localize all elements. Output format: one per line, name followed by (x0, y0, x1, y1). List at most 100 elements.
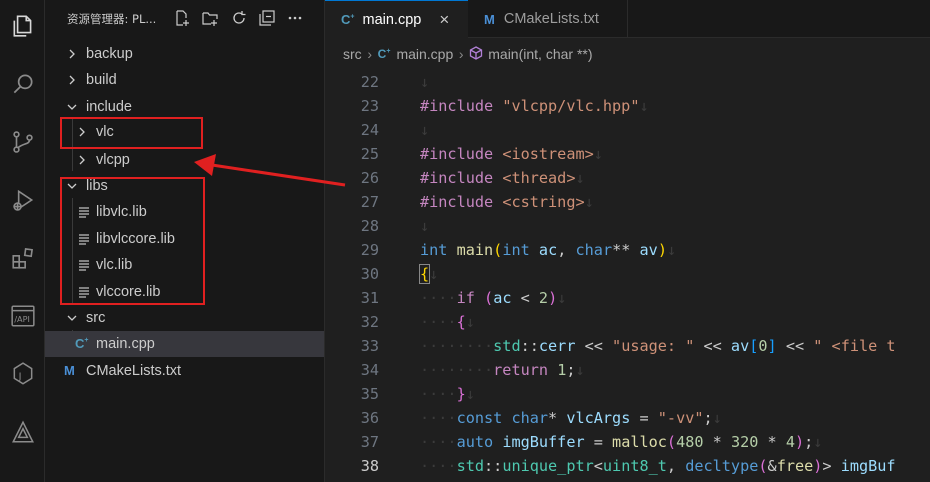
tree-folder-build[interactable]: build (45, 67, 324, 93)
editor-tab-bar: C+ main.cpp × M CMakeLists.txt (325, 0, 930, 38)
tree-folder-include[interactable]: include (45, 94, 324, 120)
triangle-ruler-icon[interactable] (0, 412, 45, 452)
code-line: 33 ········std::cerr << "usage: " << av[0… (325, 334, 930, 358)
tree-folder-backup[interactable]: backup (45, 41, 324, 67)
cmake-file-icon: M (484, 11, 495, 27)
tab-cmakelists[interactable]: M CMakeLists.txt (468, 0, 628, 38)
chevron-down-icon (65, 94, 79, 120)
run-debug-icon[interactable] (0, 180, 45, 220)
line-number: 30 (360, 265, 379, 283)
chevron-right-icon (75, 119, 89, 145)
explorer-header: 资源管理器: PL... (45, 0, 324, 38)
breadcrumb-item[interactable]: main.cpp (396, 46, 453, 62)
symbol-method-icon (469, 45, 483, 63)
new-file-icon[interactable] (173, 9, 191, 27)
cpp-file-icon: C+ (341, 12, 355, 27)
tree-label: backup (86, 46, 133, 62)
svg-text:/API: /API (14, 314, 30, 324)
activity-bar: /API J (0, 0, 45, 482)
text-file-icon (78, 226, 90, 252)
tree-label: vlc (96, 124, 114, 140)
code-line: 31 ····if (ac < 2)↓ (325, 286, 930, 310)
tree-label: main.cpp (96, 336, 155, 352)
tree-file-cmakelists[interactable]: M CMakeLists.txt (45, 358, 324, 384)
tree-label: build (86, 72, 117, 88)
tree-file-vlc-lib[interactable]: vlc.lib (45, 252, 324, 278)
svg-text:J: J (17, 371, 21, 382)
chevron-down-icon (65, 305, 79, 331)
breadcrumb: src › C+ main.cpp › main(int, char **) (325, 38, 930, 70)
tree-folder-libs[interactable]: libs (45, 173, 324, 199)
tree-label: libs (86, 178, 108, 194)
source-control-icon[interactable] (0, 122, 45, 162)
code-editor[interactable]: 22 ↓ 23 #include "vlcpp/vlc.hpp"↓ 24 ↓ 25 #i… (325, 70, 930, 482)
close-icon[interactable]: × (439, 10, 449, 30)
breadcrumb-item[interactable]: src (343, 46, 362, 62)
line-number: 29 (360, 241, 379, 259)
line-number: 35 (360, 385, 379, 403)
line-number: 37 (360, 433, 379, 451)
tree-file-libvlc-lib[interactable]: libvlc.lib (45, 199, 324, 225)
more-icon[interactable] (286, 9, 304, 27)
tree-file-vlccore-lib[interactable]: vlccore.lib (45, 279, 324, 305)
refresh-icon[interactable] (230, 9, 248, 27)
tree-label: vlccore.lib (96, 284, 161, 300)
code-line: 25 #include <iostream>↓ (325, 142, 930, 166)
line-number: 31 (360, 289, 379, 307)
extensions-icon[interactable] (0, 238, 45, 278)
explorer-icon[interactable] (0, 6, 45, 46)
tree-folder-vlc[interactable]: vlc (45, 119, 324, 145)
tree-file-main-cpp[interactable]: C + main.cpp (45, 331, 324, 357)
code-line: 35 ····}↓ (325, 382, 930, 406)
line-number: 26 (360, 169, 379, 187)
line-number: 28 (360, 217, 379, 235)
code-line: 27 #include <cstring>↓ (325, 190, 930, 214)
code-line: 29 int main(int ac, char** av)↓ (325, 238, 930, 262)
code-line: 37 ····auto imgBuffer = malloc(480 * 320 … (325, 430, 930, 454)
line-number: 33 (360, 337, 379, 355)
line-number: 32 (360, 313, 379, 331)
tree-label: include (86, 99, 132, 115)
code-line: 23 #include "vlcpp/vlc.hpp"↓ (325, 94, 930, 118)
chevron-right-icon (75, 147, 89, 173)
collapse-all-icon[interactable] (258, 9, 276, 27)
cpp-file-icon: C+ (377, 47, 391, 61)
api-icon[interactable]: /API (0, 296, 45, 336)
line-number: 36 (360, 409, 379, 427)
cpp-file-icon: C+ (75, 336, 89, 351)
text-file-icon (78, 199, 90, 225)
chevron-right-icon: › (458, 46, 464, 62)
tree-folder-vlcpp[interactable]: vlcpp (45, 147, 324, 173)
tree-label: vlc.lib (96, 257, 133, 273)
line-number: 25 (360, 145, 379, 163)
java-icon[interactable]: J (0, 354, 45, 394)
new-folder-icon[interactable] (201, 9, 219, 27)
explorer-sidebar: 资源管理器: PL... backup build include vlc vl… (45, 0, 325, 482)
code-line: 24 ↓ (325, 118, 930, 142)
line-number: 24 (360, 121, 379, 139)
tree-label: libvlc.lib (96, 204, 147, 220)
cmake-file-icon: M (64, 363, 75, 378)
chevron-down-icon (65, 173, 79, 199)
chevron-right-icon (65, 41, 79, 67)
code-line: 26 #include <thread>↓ (325, 166, 930, 190)
tree-label: CMakeLists.txt (86, 363, 182, 379)
tree-label: libvlccore.lib (96, 231, 175, 247)
text-file-icon (78, 252, 90, 278)
code-line: 22 ↓ (325, 70, 930, 94)
tree-file-libvlccore-lib[interactable]: libvlccore.lib (45, 226, 324, 252)
chevron-right-icon: › (367, 46, 372, 62)
code-line: 30 {↓ (325, 262, 930, 286)
breadcrumb-item[interactable]: main(int, char **) (488, 46, 592, 62)
tab-label: main.cpp (362, 11, 422, 28)
search-icon[interactable] (0, 64, 45, 104)
line-number: 27 (360, 193, 379, 211)
line-number: 22 (360, 73, 379, 91)
tab-main-cpp[interactable]: C+ main.cpp × (325, 0, 468, 38)
explorer-title: 资源管理器: PL... (67, 12, 157, 26)
tab-label: CMakeLists.txt (503, 11, 599, 27)
line-number: 38 (360, 457, 379, 475)
line-number: 34 (360, 361, 379, 379)
code-line: 36 ····const char* vlcArgs = "-vv";↓ (325, 406, 930, 430)
code-line: 34 ········return 1;↓ (325, 358, 930, 382)
